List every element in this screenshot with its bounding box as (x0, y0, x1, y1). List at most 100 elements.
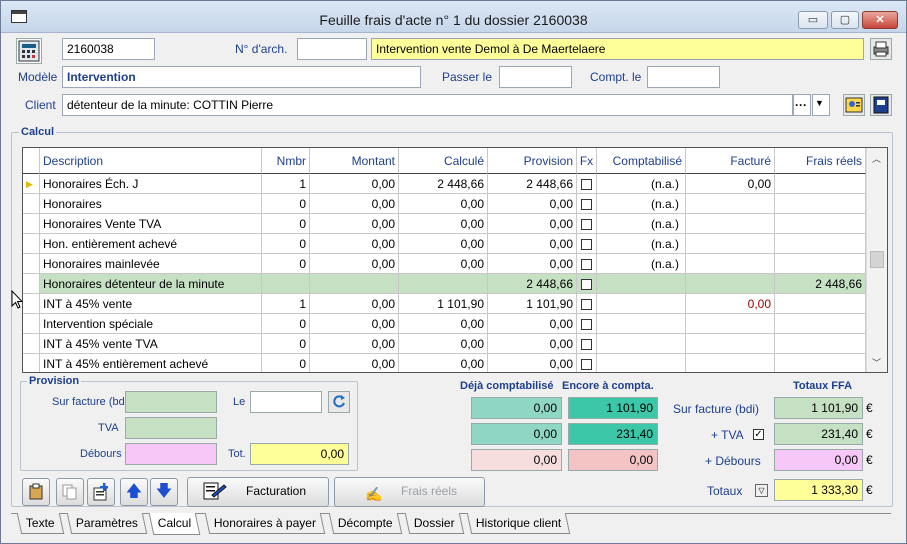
table-row[interactable]: INT à 45% entièrement achevé 0 0,00 0,00 0,0… (23, 354, 866, 372)
table-row[interactable]: Hon. entièrement achevé 0 0,00 0,00 0,00 (n.a… (23, 234, 866, 254)
dossier-field[interactable]: 2160038 (62, 38, 155, 60)
cell-nmbr[interactable]: 0 (262, 194, 310, 214)
cell-facture[interactable] (686, 274, 775, 294)
cell-nmbr[interactable]: 0 (262, 234, 310, 254)
grid-scrollbar[interactable]: ︿ ﹀ (866, 148, 887, 372)
col-calcule[interactable]: Calculé (399, 148, 488, 174)
cell-nmbr[interactable] (262, 274, 310, 294)
compt-field[interactable] (647, 66, 720, 88)
fx-checkbox[interactable] (577, 174, 597, 194)
table-row[interactable]: Intervention spéciale 0 0,00 0,00 0,00 (23, 314, 866, 334)
fx-checkbox[interactable] (577, 274, 597, 294)
cell-provision[interactable]: 1 101,90 (488, 294, 577, 314)
cell-facture[interactable] (686, 354, 775, 372)
move-up-icon[interactable]: 🡅 (120, 478, 148, 506)
passer-field[interactable] (499, 66, 572, 88)
refresh-icon[interactable] (328, 391, 350, 413)
facturation-button[interactable]: Facturation (187, 477, 329, 507)
fx-checkbox[interactable] (577, 314, 597, 334)
cell-frais[interactable]: 2 448,66 (775, 274, 866, 294)
fx-checkbox[interactable] (577, 254, 597, 274)
cell-provision[interactable]: 2 448,66 (488, 174, 577, 194)
col-comptabilise[interactable]: Comptabilisé (597, 148, 686, 174)
cell-calcule[interactable]: 0,00 (399, 214, 488, 234)
table-row[interactable]: ▶ Honoraires Éch. J 1 0,00 2 448,66 2 448,66(… (23, 174, 866, 194)
cell-frais[interactable] (775, 254, 866, 274)
col-montant[interactable]: Montant (310, 148, 399, 174)
checkbox[interactable] (581, 259, 592, 271)
cell-montant[interactable]: 0,00 (310, 334, 399, 354)
cell-facture[interactable] (686, 254, 775, 274)
subject-field[interactable]: Intervention vente Demol à De Maertelaer… (371, 38, 864, 60)
tab-dossier[interactable]: Dossier (404, 513, 464, 534)
checkbox[interactable] (581, 359, 592, 371)
table-row[interactable]: INT à 45% vente TVA 0 0,00 0,00 0,00 (23, 334, 866, 354)
cell-montant[interactable]: 0,00 (310, 254, 399, 274)
cell-compta[interactable] (597, 354, 686, 372)
fx-checkbox[interactable] (577, 334, 597, 354)
cell-nmbr[interactable]: 0 (262, 354, 310, 372)
modele-field[interactable]: Intervention (62, 66, 421, 88)
move-down-icon[interactable]: 🡇 (150, 478, 178, 506)
scroll-up-icon[interactable]: ︿ (872, 152, 881, 165)
minimize-button[interactable]: ▭ (798, 11, 828, 29)
col-fx[interactable]: Fx (577, 148, 597, 174)
calculator-icon[interactable] (16, 38, 42, 64)
cell-montant[interactable]: 0,00 (310, 354, 399, 372)
cell-desc[interactable]: Honoraires (40, 194, 262, 214)
tab-parametres[interactable]: Paramètres (66, 513, 148, 534)
totaux-expand-icon[interactable]: ▽ (755, 484, 768, 497)
col-provision[interactable]: Provision (488, 148, 577, 174)
add-row-icon[interactable] (87, 478, 115, 506)
cell-provision[interactable]: 0,00 (488, 254, 577, 274)
cell-facture[interactable] (686, 334, 775, 354)
prov-sur-facture-field[interactable] (125, 391, 217, 413)
cell-compta[interactable]: (n.a.) (597, 194, 686, 214)
cell-calcule[interactable]: 0,00 (399, 254, 488, 274)
cell-provision[interactable]: 0,00 (488, 314, 577, 334)
tab-calcul[interactable]: Calcul (148, 513, 201, 535)
cell-nmbr[interactable]: 0 (262, 254, 310, 274)
cell-compta[interactable]: (n.a.) (597, 214, 686, 234)
cell-calcule[interactable]: 1 101,90 (399, 294, 488, 314)
cell-frais[interactable] (775, 294, 866, 314)
col-nmbr[interactable]: Nmbr (262, 148, 310, 174)
tab-texte[interactable]: Texte (16, 513, 64, 534)
cell-desc[interactable]: Honoraires Vente TVA (40, 214, 262, 234)
paste-icon[interactable] (22, 478, 50, 506)
checkbox[interactable] (581, 299, 592, 311)
col-frais-reels[interactable]: Frais réels (775, 148, 866, 174)
cell-calcule[interactable]: 0,00 (399, 194, 488, 214)
client-dropdown-button[interactable]: ▼ (812, 94, 830, 116)
cell-desc[interactable]: Honoraires Éch. J (40, 174, 262, 194)
client-book-icon[interactable] (870, 94, 892, 116)
checkbox[interactable] (581, 319, 592, 331)
cell-calcule[interactable]: 0,00 (399, 314, 488, 334)
fx-checkbox[interactable] (577, 214, 597, 234)
cell-provision[interactable]: 0,00 (488, 234, 577, 254)
checkbox[interactable] (581, 339, 592, 351)
cell-facture[interactable] (686, 314, 775, 334)
cell-compta[interactable] (597, 334, 686, 354)
tva-checkbox[interactable]: ✓ (753, 429, 764, 440)
fx-checkbox[interactable] (577, 294, 597, 314)
table-row[interactable]: Honoraires mainlevée 0 0,00 0,00 0,00 (n.a.) (23, 254, 866, 274)
cell-provision[interactable]: 0,00 (488, 194, 577, 214)
printer-icon[interactable] (870, 38, 892, 60)
cell-nmbr[interactable]: 1 (262, 294, 310, 314)
fx-checkbox[interactable] (577, 354, 597, 372)
frais-reels-button[interactable]: ✍ Frais réels (334, 477, 485, 507)
prov-debours-field[interactable] (125, 443, 217, 465)
cell-frais[interactable] (775, 194, 866, 214)
cell-montant[interactable]: 0,00 (310, 294, 399, 314)
cell-calcule[interactable]: 2 448,66 (399, 174, 488, 194)
col-facture[interactable]: Facturé (686, 148, 775, 174)
cell-desc[interactable]: Honoraires mainlevée (40, 254, 262, 274)
fx-checkbox[interactable] (577, 194, 597, 214)
cell-desc[interactable]: INT à 45% vente (40, 294, 262, 314)
checkbox[interactable] (581, 279, 592, 291)
cell-facture[interactable]: 0,00 (686, 174, 775, 194)
cell-provision[interactable]: 2 448,66 (488, 274, 577, 294)
cell-montant[interactable] (310, 274, 399, 294)
cell-facture[interactable]: 0,00 (686, 294, 775, 314)
